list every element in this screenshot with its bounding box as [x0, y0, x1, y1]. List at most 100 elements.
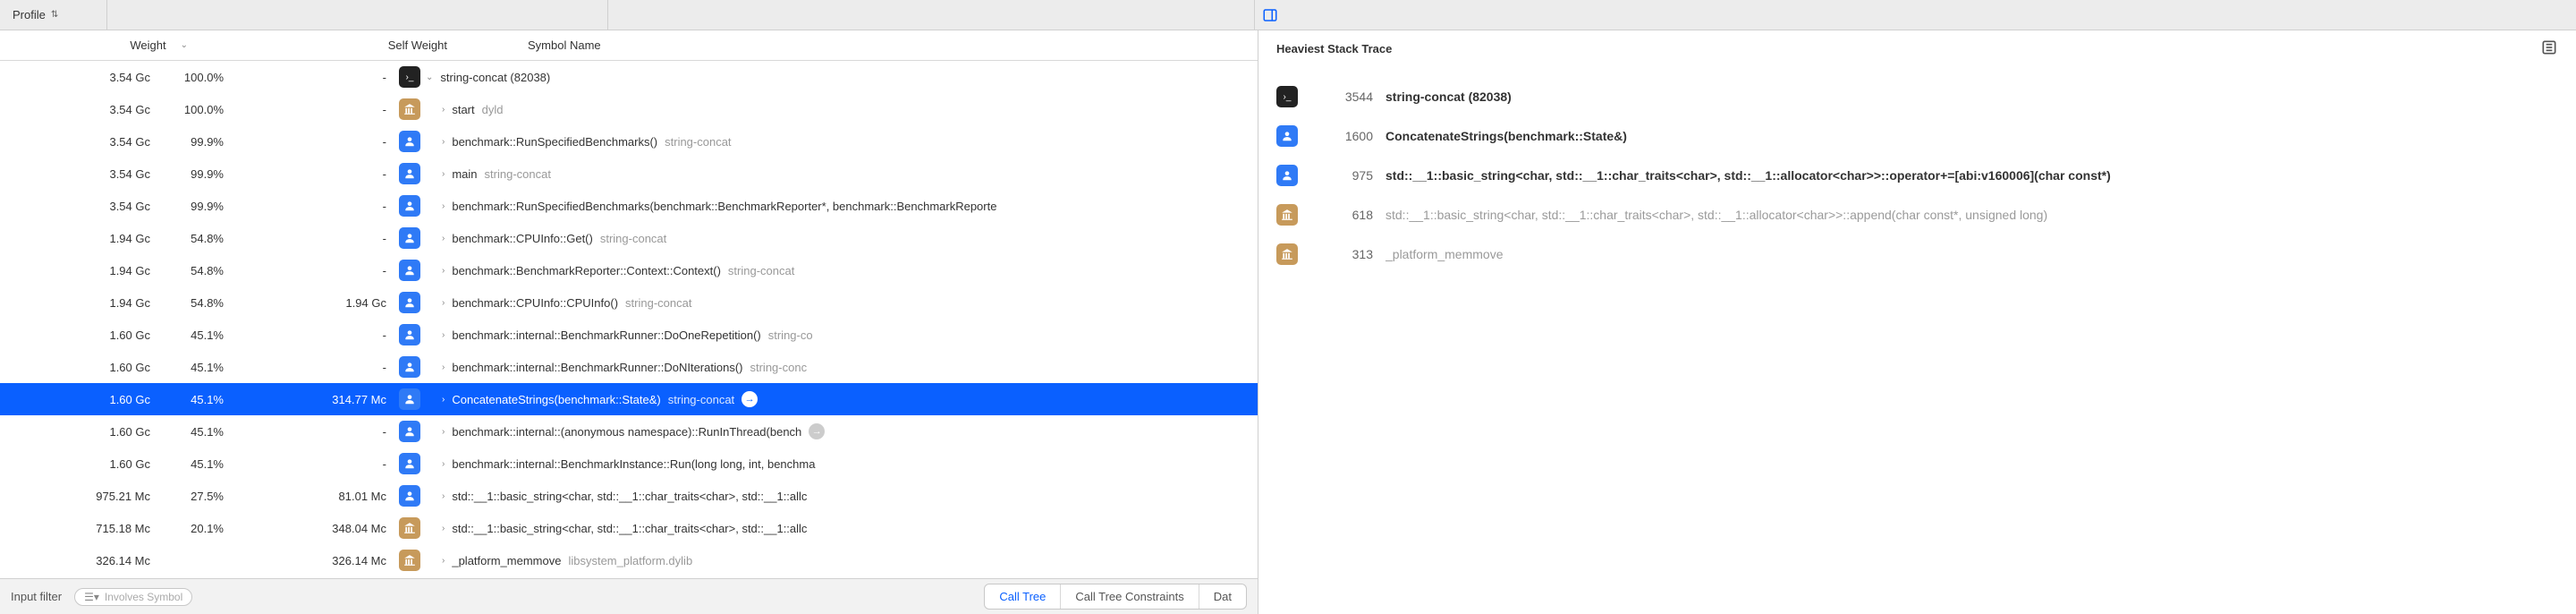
weight-pct: 54.8% — [161, 296, 224, 310]
filter-icon: ☰▾ — [84, 591, 99, 603]
table-row[interactable]: 1.60 Gc45.1%-›benchmark::internal::Bench… — [0, 448, 1258, 480]
disclosure-right-icon[interactable]: › — [442, 330, 445, 340]
weight-value: 1.60 Gc — [43, 457, 150, 471]
weight-pct: 45.1% — [161, 393, 224, 406]
disclosure-right-icon[interactable]: › — [442, 266, 445, 276]
top-tab-bar: Profile ⇅ — [0, 0, 2576, 30]
stack-row[interactable]: 975 std::__1::basic_string<char, std::__1… — [1276, 156, 2558, 195]
weight-pct: 45.1% — [161, 457, 224, 471]
symbol-name: benchmark::CPUInfo::Get() — [452, 232, 593, 245]
table-row[interactable]: 975.21 Mc27.5%81.01 Mc›std::__1::basic_s… — [0, 480, 1258, 512]
disclosure-right-icon[interactable]: › — [442, 362, 445, 372]
sidebar-toggle-icon[interactable] — [1255, 0, 1285, 30]
table-row[interactable]: 1.94 Gc54.8%-›benchmark::CPUInfo::Get()s… — [0, 222, 1258, 254]
stack-count: 975 — [1310, 168, 1373, 183]
stack-symbol: string-concat (82038) — [1385, 90, 2558, 104]
weight-value: 3.54 Gc — [43, 71, 150, 84]
weight-pct: 20.1% — [161, 522, 224, 535]
column-self[interactable]: Self Weight — [242, 38, 465, 52]
symbol-name: benchmark::internal::(anonymous namespac… — [452, 425, 801, 439]
table-row[interactable]: 3.54 Gc99.9%-›mainstring-concat — [0, 158, 1258, 190]
view-mode-call-tree[interactable]: Call Tree — [985, 584, 1061, 609]
disclosure-right-icon[interactable]: › — [442, 427, 445, 437]
person-icon — [399, 388, 420, 410]
table-row[interactable]: 1.94 Gc54.8%1.94 Gc›benchmark::CPUInfo::… — [0, 286, 1258, 319]
weight-pct: 100.0% — [161, 103, 224, 116]
updown-icon: ⇅ — [51, 10, 58, 20]
weight-value: 3.54 Gc — [43, 167, 150, 181]
profile-tab[interactable]: Profile ⇅ — [0, 0, 107, 30]
stack-symbol: std::__1::basic_string<char, std::__1::c… — [1385, 168, 2558, 183]
self-weight-value: - — [242, 200, 394, 213]
self-weight-value: - — [242, 361, 394, 374]
table-row[interactable]: 1.60 Gc45.1%314.77 Mc›ConcatenateStrings… — [0, 383, 1258, 415]
weight-value: 1.60 Gc — [43, 393, 150, 406]
weight-value: 1.60 Gc — [43, 361, 150, 374]
focus-arrow-icon[interactable]: → — [741, 391, 758, 407]
self-weight-value: 348.04 Mc — [242, 522, 394, 535]
stack-count: 618 — [1310, 208, 1373, 222]
settings-icon[interactable] — [2540, 38, 2558, 59]
stack-row[interactable]: 618 std::__1::basic_string<char, std::__1… — [1276, 195, 2558, 235]
disclosure-right-icon[interactable]: › — [442, 201, 445, 211]
column-symbol[interactable]: Symbol Name — [465, 38, 1258, 52]
table-row[interactable]: 3.54 Gc99.9%-›benchmark::RunSpecifiedBen… — [0, 190, 1258, 222]
table-row[interactable]: 326.14 Mc326.14 Mc›_platform_memmovelibs… — [0, 544, 1258, 576]
symbol-name: benchmark::BenchmarkReporter::Context::C… — [452, 264, 721, 277]
symbol-name: std::__1::basic_string<char, std::__1::c… — [452, 490, 807, 503]
person-icon — [399, 163, 420, 184]
weight-value: 1.94 Gc — [43, 232, 150, 245]
involves-symbol-filter[interactable]: ☰▾ Involves Symbol — [74, 588, 192, 606]
weight-pct: 45.1% — [161, 425, 224, 439]
stack-row[interactable]: 1600ConcatenateStrings(benchmark::State&… — [1276, 116, 2558, 156]
symbol-name: benchmark::RunSpecifiedBenchmarks() — [452, 135, 657, 149]
table-row[interactable]: 1.94 Gc54.8%-›benchmark::BenchmarkReport… — [0, 254, 1258, 286]
library-name: string-concat — [728, 264, 794, 277]
weight-value: 1.60 Gc — [43, 328, 150, 342]
column-weight[interactable]: Weight ⌄ — [0, 38, 242, 52]
table-row[interactable]: 3.54 Gc99.9%-›benchmark::RunSpecifiedBen… — [0, 125, 1258, 158]
library-name: string-concat — [668, 393, 734, 406]
table-row[interactable]: 1.60 Gc45.1%-›benchmark::internal::Bench… — [0, 351, 1258, 383]
table-row[interactable]: 3.54 Gc100.0%-›startdyld — [0, 93, 1258, 125]
library-icon — [399, 517, 420, 539]
disclosure-right-icon[interactable]: › — [442, 459, 445, 469]
table-row[interactable]: 1.60 Gc45.1%-›benchmark::internal::(anon… — [0, 415, 1258, 448]
disclosure-right-icon[interactable]: › — [442, 105, 445, 115]
weight-value: 3.54 Gc — [43, 200, 150, 213]
top-tab-slot-1[interactable] — [107, 0, 608, 30]
column-self-label: Self Weight — [388, 38, 447, 52]
table-body: 3.54 Gc100.0%-›_⌄string-concat (82038)3.… — [0, 61, 1258, 578]
disclosure-right-icon[interactable]: › — [442, 524, 445, 533]
disclosure-right-icon[interactable]: › — [442, 169, 445, 179]
symbol-name: start — [452, 103, 474, 116]
column-symbol-label: Symbol Name — [528, 38, 601, 52]
disclosure-right-icon[interactable]: › — [442, 137, 445, 147]
person-icon — [399, 485, 420, 507]
disclosure-right-icon[interactable]: › — [442, 234, 445, 243]
stack-symbol: ConcatenateStrings(benchmark::State&) — [1385, 129, 2558, 143]
stack-symbol: std::__1::basic_string<char, std::__1::c… — [1385, 208, 2558, 222]
profile-tab-label: Profile — [13, 8, 46, 21]
library-name: string-concat — [625, 296, 691, 310]
view-mode-call-tree-constraints[interactable]: Call Tree Constraints — [1061, 584, 1199, 609]
disclosure-down-icon[interactable]: ⌄ — [426, 72, 433, 82]
stack-row[interactable]: ›_3544string-concat (82038) — [1276, 77, 2558, 116]
self-weight-value: - — [242, 167, 394, 181]
stack-row[interactable]: 313_platform_memmove — [1276, 235, 2558, 274]
symbol-name: string-concat (82038) — [440, 71, 550, 84]
weight-value: 326.14 Mc — [43, 554, 150, 567]
view-mode-dat[interactable]: Dat — [1199, 584, 1246, 609]
disclosure-right-icon[interactable]: › — [442, 395, 445, 405]
stack-symbol: _platform_memmove — [1385, 247, 2558, 261]
table-row[interactable]: 3.54 Gc100.0%-›_⌄string-concat (82038) — [0, 61, 1258, 93]
table-row[interactable]: 715.18 Mc20.1%348.04 Mc›std::__1::basic_… — [0, 512, 1258, 544]
person-icon — [399, 260, 420, 281]
disclosure-right-icon[interactable]: › — [442, 556, 445, 566]
person-icon — [399, 324, 420, 345]
table-row[interactable]: 1.60 Gc45.1%-›benchmark::internal::Bench… — [0, 319, 1258, 351]
disclosure-right-icon[interactable]: › — [442, 298, 445, 308]
disclosure-right-icon[interactable]: › — [442, 491, 445, 501]
more-arrow-icon[interactable]: → — [809, 423, 825, 439]
person-icon — [399, 356, 420, 378]
